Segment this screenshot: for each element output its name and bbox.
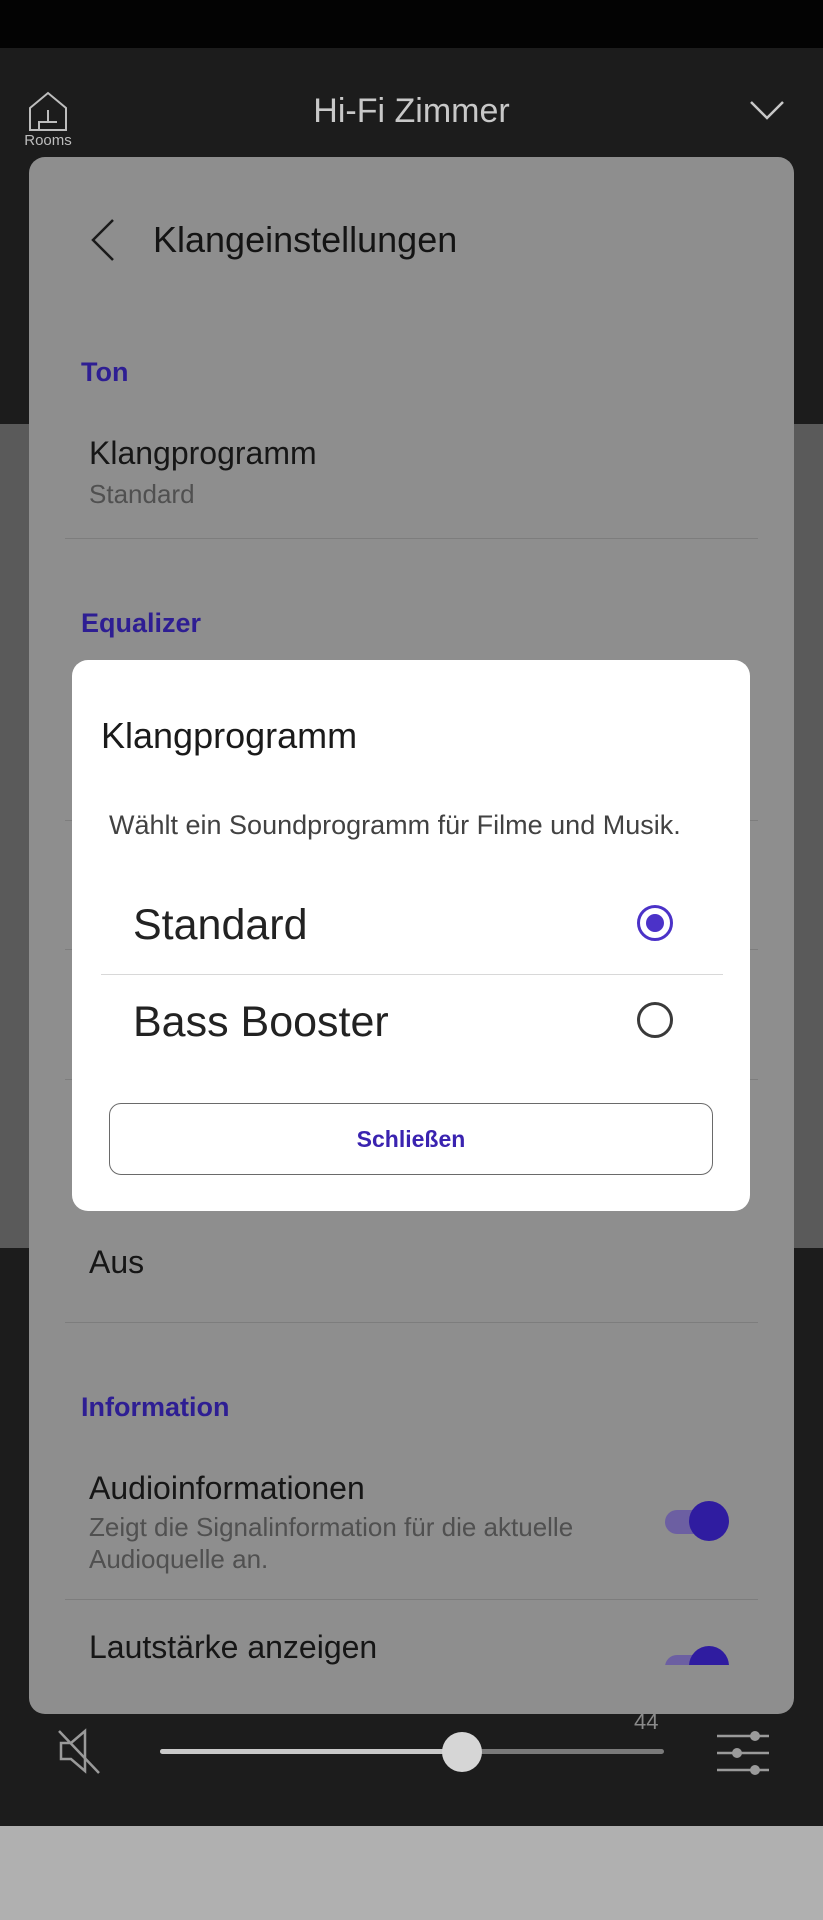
audioinfo-toggle[interactable] [665,1498,735,1544]
equalizer-setting-value-aus[interactable]: Aus [89,1244,144,1281]
mute-icon[interactable] [55,1725,103,1777]
status-bar [0,0,823,48]
toggle-thumb [689,1501,729,1541]
lautstaerke-setting-title[interactable]: Lautstärke anzeigen [89,1629,377,1666]
section-title-information: Information [81,1392,230,1422]
lautstaerke-toggle[interactable] [665,1643,735,1665]
dialog-title: Klangprogramm [101,715,358,756]
divider [65,1599,758,1600]
back-arrow-icon[interactable] [87,217,117,263]
audioinfo-setting-description: Zeigt die Signalinformation für die aktu… [89,1512,574,1574]
radio-button[interactable] [637,1002,673,1038]
room-title[interactable]: Hi-Fi Zimmer [0,92,823,131]
divider [65,538,758,539]
sound-settings-sliders-icon[interactable] [715,1730,771,1776]
klangprogramm-setting-title[interactable]: Klangprogramm [89,435,317,472]
navigation-bar [0,1826,823,1920]
chevron-down-icon[interactable] [748,96,786,124]
volume-slider-fill [160,1749,462,1754]
section-title-ton: Ton [81,357,129,387]
option-label: Standard [133,901,308,949]
option-standard[interactable]: Standard [101,878,723,974]
divider [65,1322,758,1323]
option-bass-booster[interactable]: Bass Booster [101,975,723,1071]
dialog-description: Wählt ein Soundprogramm für Filme und Mu… [109,810,681,840]
sheet-title: Klangeinstellungen [153,219,458,260]
close-button[interactable]: Schließen [109,1103,713,1175]
toggle-thumb [689,1646,729,1665]
klangprogramm-dialog: Klangprogramm Wählt ein Soundprogramm fü… [72,660,750,1211]
klangprogramm-setting-value: Standard [89,479,195,509]
radio-button-selected[interactable] [637,905,673,941]
audioinfo-setting-title[interactable]: Audioinformationen [89,1470,365,1507]
volume-slider-handle[interactable] [442,1732,482,1772]
option-label: Bass Booster [133,998,389,1046]
section-title-equalizer: Equalizer [81,608,202,638]
rooms-label: Rooms [24,132,72,149]
